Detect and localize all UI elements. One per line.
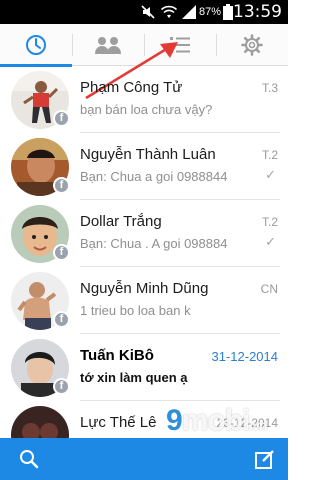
contact-name: Nguyễn Thành Luân bbox=[80, 146, 216, 163]
compose-icon[interactable] bbox=[254, 448, 276, 470]
message-preview: bạn bán loa chưa vậy? bbox=[80, 102, 213, 117]
conversation-row[interactable]: f Nguyễn Minh Dũng 1 trieu bo loa ban k … bbox=[0, 267, 288, 334]
contact-name: Dollar Trắng bbox=[80, 213, 162, 230]
tab-settings[interactable] bbox=[216, 24, 288, 66]
bottom-bar bbox=[0, 438, 288, 480]
conversation-row[interactable]: f Nguyễn Thành Luân Bạn: Chua a goi 0988… bbox=[0, 133, 288, 200]
tab-bar bbox=[0, 24, 288, 67]
conversation-list: f Phạm Công Tử bạn bán loa chưa vậy? T.3… bbox=[0, 66, 288, 438]
facebook-badge-icon: f bbox=[53, 311, 70, 328]
clock-time: 13:59 bbox=[233, 2, 282, 22]
battery-percent: 87% bbox=[199, 6, 222, 18]
conversation-row[interactable]: f Tuấn KiBô tớ xin làm quen ạ 31-12-2014 bbox=[0, 334, 288, 401]
group-icon bbox=[95, 37, 121, 54]
contact-name: Lực Thế Lê bbox=[80, 414, 157, 431]
contact-name: Nguyễn Minh Dũng bbox=[80, 280, 209, 297]
facebook-badge-icon: f bbox=[53, 378, 70, 395]
message-time: T.3 bbox=[261, 81, 278, 95]
list-icon bbox=[170, 37, 190, 53]
contact-name: Phạm Công Tử bbox=[80, 79, 183, 96]
status-bar: 87% 13:59 bbox=[0, 0, 288, 24]
search-icon[interactable] bbox=[19, 449, 39, 469]
message-time: T.2 bbox=[261, 215, 278, 229]
sent-check-icon: ✓ bbox=[265, 167, 276, 182]
facebook-badge-icon: f bbox=[53, 177, 70, 194]
message-preview: 1 trieu bo loa ban k bbox=[80, 303, 191, 318]
contact-name: Tuấn KiBô bbox=[80, 347, 154, 364]
avatar bbox=[11, 406, 69, 438]
watermark-logo: 9mobi.vn bbox=[166, 404, 268, 437]
conversation-row[interactable]: f Phạm Công Tử bạn bán loa chưa vậy? T.3 bbox=[0, 66, 288, 133]
message-preview: tớ xin làm quen ạ bbox=[80, 370, 188, 385]
battery-icon bbox=[223, 4, 233, 20]
conversation-row[interactable]: f Dollar Trắng Bạn: Chua . A goi 098884 … bbox=[0, 200, 288, 267]
sent-check-icon: ✓ bbox=[265, 234, 276, 249]
gear-icon bbox=[241, 34, 263, 56]
wifi-icon bbox=[160, 5, 178, 18]
tab-groups[interactable] bbox=[72, 24, 144, 66]
message-time: T.2 bbox=[261, 148, 278, 162]
facebook-badge-icon: f bbox=[53, 244, 70, 261]
message-time: 31-12-2014 bbox=[211, 349, 279, 364]
tab-recent[interactable] bbox=[0, 24, 72, 67]
message-preview: Bạn: Chua . A goi 098884 bbox=[80, 236, 228, 251]
tab-people[interactable] bbox=[144, 24, 216, 66]
mute-icon bbox=[141, 5, 155, 19]
signal-icon bbox=[182, 5, 196, 19]
clock-icon bbox=[26, 35, 46, 55]
message-preview: Bạn: Chua a goi 0988844 bbox=[80, 169, 228, 184]
message-time: CN bbox=[260, 282, 278, 296]
facebook-badge-icon: f bbox=[53, 110, 70, 127]
